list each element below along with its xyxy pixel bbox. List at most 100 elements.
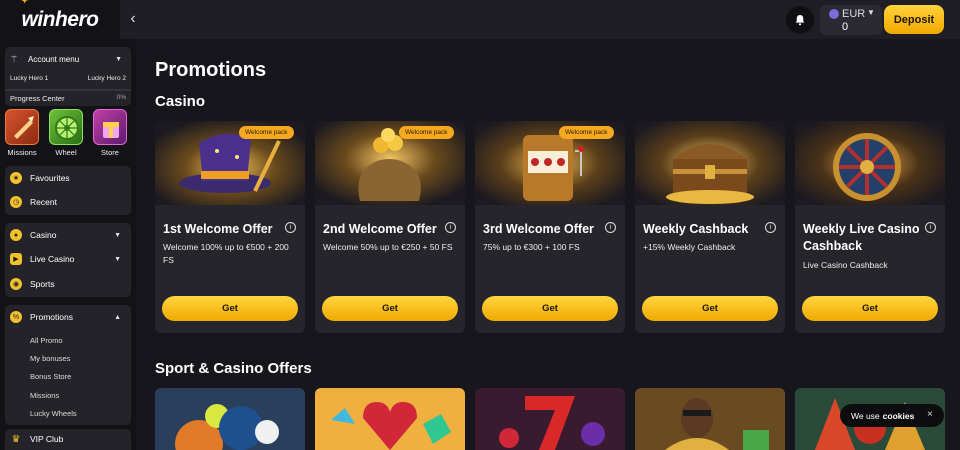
casino-icon: ♠ (10, 229, 22, 241)
missions-icon (14, 116, 34, 139)
offer-card[interactable] (155, 388, 305, 450)
star-icon: ★ (10, 172, 22, 184)
wheel-tile[interactable] (49, 109, 83, 145)
balance: 0 (842, 21, 849, 33)
tile-label-wheel: Wheel (55, 148, 77, 157)
promo-description: Welcome 50% up to €250 + 50 FS (323, 242, 453, 252)
welcome-pack-badge: Welcome pack (239, 126, 294, 139)
promo-card[interactable]: Weekly Cashback i +15% Weekly Cashback G… (635, 121, 785, 333)
promo-title: Weekly Cashback (643, 222, 749, 236)
account-menu-toggle[interactable]: ⚚ Account menu ▼ (10, 52, 126, 66)
missions-tile[interactable] (5, 109, 39, 145)
chevron-down-icon: ▼ (114, 231, 121, 239)
live-casino-icon: ▶ (10, 253, 22, 265)
tile-label-missions: Missions (7, 148, 37, 157)
cookie-text: We use (851, 410, 880, 421)
info-icon[interactable]: i (925, 222, 936, 233)
get-button[interactable]: Get (482, 296, 618, 321)
logo-star-icon: ✦ (20, 0, 30, 7)
sidebar-item-label: Favourites (30, 173, 70, 183)
wheel-icon (55, 116, 79, 140)
account-panel: ⚚ Account menu ▼ Lucky Hero 1 Lucky Hero… (5, 47, 131, 106)
sidebar-item-sports[interactable]: ◉ Sports (10, 275, 126, 293)
progress-percent: 0% (116, 94, 126, 101)
sidebar-item-favourites[interactable]: ★ Favourites (10, 169, 126, 187)
top-bar: winhero ✦ ‹ EUR ▼ 0 Deposit (0, 0, 960, 39)
info-icon[interactable]: i (285, 222, 296, 233)
sidebar-item-label: VIP Club (30, 434, 64, 444)
account-menu-label: Account menu (28, 54, 80, 64)
offer-card[interactable] (315, 388, 465, 450)
logo[interactable]: winhero ✦ (0, 0, 120, 39)
offer-card[interactable] (635, 388, 785, 450)
promo-card[interactable]: Weekly Live Casino Cashback i Live Casin… (795, 121, 945, 333)
promo-title: 1st Welcome Offer (163, 222, 273, 236)
sidebar-subitem-all-promo[interactable]: All Promo (30, 336, 63, 345)
level-current: Lucky Hero 1 (10, 75, 49, 82)
quick-links-panel: ★ Favourites ◷ Recent (5, 166, 131, 215)
info-icon[interactable]: i (605, 222, 616, 233)
sidebar-subitem-lucky-wheels[interactable]: Lucky Wheels (30, 409, 77, 418)
sidebar-item-promotions[interactable]: % Promotions ▲ (10, 308, 126, 326)
sidebar-item-vip[interactable]: ♛ VIP Club (10, 430, 126, 448)
sidebar-subitem-bonus-store[interactable]: Bonus Store (30, 372, 71, 381)
store-icon (103, 122, 119, 138)
vip-panel: ♛ VIP Club (5, 429, 131, 450)
offer-image-gem-heart (315, 388, 465, 450)
promo-card[interactable]: Welcome pack 2nd Welcome Offer i Welcome… (315, 121, 465, 333)
cookie-link[interactable]: cookies (883, 411, 915, 421)
promo-card[interactable]: Welcome pack 1st Welcome Offer i Welcome… (155, 121, 305, 333)
offer-card[interactable] (475, 388, 625, 450)
clock-icon: ◷ (10, 196, 22, 208)
sidebar-item-label: Recent (30, 197, 57, 207)
sidebar-item-live-casino[interactable]: ▶ Live Casino ▼ (10, 250, 126, 268)
promo-title: Weekly Live Casino Cashback (803, 222, 920, 253)
sidebar-item-casino[interactable]: ♠ Casino ▼ (10, 226, 126, 244)
offer-image-sports-balls (155, 388, 305, 450)
get-button[interactable]: Get (642, 296, 778, 321)
info-icon[interactable]: i (765, 222, 776, 233)
games-panel: ♠ Casino ▼ ▶ Live Casino ▼ ◉ Sports (5, 223, 131, 297)
promo-description: 75% up to €300 + 100 FS (483, 242, 580, 252)
welcome-pack-badge: Welcome pack (399, 126, 454, 139)
promo-description: +15% Weekly Cashback (643, 242, 736, 252)
sidebar: ⚚ Account menu ▼ Lucky Hero 1 Lucky Hero… (0, 39, 136, 450)
level-progress-bar (5, 89, 131, 91)
deposit-button[interactable]: Deposit (884, 5, 944, 34)
logo-text: winhero (21, 7, 99, 31)
promo-card[interactable]: Welcome pack 3rd Welcome Offer i 75% up … (475, 121, 625, 333)
sidebar-item-label: Live Casino (30, 254, 75, 264)
sidebar-subitem-my-bonuses[interactable]: My bonuses (30, 354, 70, 363)
get-button[interactable]: Get (322, 296, 458, 321)
level-row: Lucky Hero 1 Lucky Hero 2 (10, 75, 126, 82)
sports-ball-icon: ◉ (10, 278, 22, 290)
wand-icon: ⚚ (10, 53, 19, 64)
progress-center-link[interactable]: Progress Center 0% (10, 94, 126, 103)
store-tile[interactable] (93, 109, 127, 145)
promo-description: Live Casino Cashback (803, 260, 888, 270)
chevron-left-icon[interactable]: ‹ (126, 10, 140, 28)
close-icon[interactable]: × (927, 409, 933, 420)
sidebar-item-recent[interactable]: ◷ Recent (10, 193, 126, 211)
get-button[interactable]: Get (802, 296, 938, 321)
section-title-casino: Casino (155, 93, 206, 110)
info-icon[interactable]: i (445, 222, 456, 233)
page-title: Promotions (155, 59, 267, 81)
sidebar-item-label: Casino (30, 230, 57, 240)
tile-label-store: Store (101, 148, 119, 157)
wallet-selector[interactable]: EUR ▼ 0 (820, 5, 882, 35)
promo-image-roulette-wheel (795, 121, 945, 205)
sidebar-subitem-missions[interactable]: Missions (30, 391, 59, 400)
notifications-button[interactable] (786, 6, 814, 34)
caret-down-icon: ▼ (867, 8, 875, 17)
welcome-pack-badge: Welcome pack (559, 126, 614, 139)
currency-icon (829, 9, 839, 19)
chevron-down-icon: ▼ (114, 255, 121, 263)
get-button[interactable]: Get (162, 296, 298, 321)
promotions-panel: % Promotions ▲ All Promo My bonuses Bonu… (5, 305, 131, 425)
cookie-notice: We use cookies × (840, 404, 944, 427)
promo-description: Welcome 100% up to €500 + 200 FS (163, 242, 289, 265)
level-next: Lucky Hero 2 (87, 75, 126, 82)
crown-icon: ♛ (11, 433, 21, 445)
bell-icon (795, 15, 805, 26)
